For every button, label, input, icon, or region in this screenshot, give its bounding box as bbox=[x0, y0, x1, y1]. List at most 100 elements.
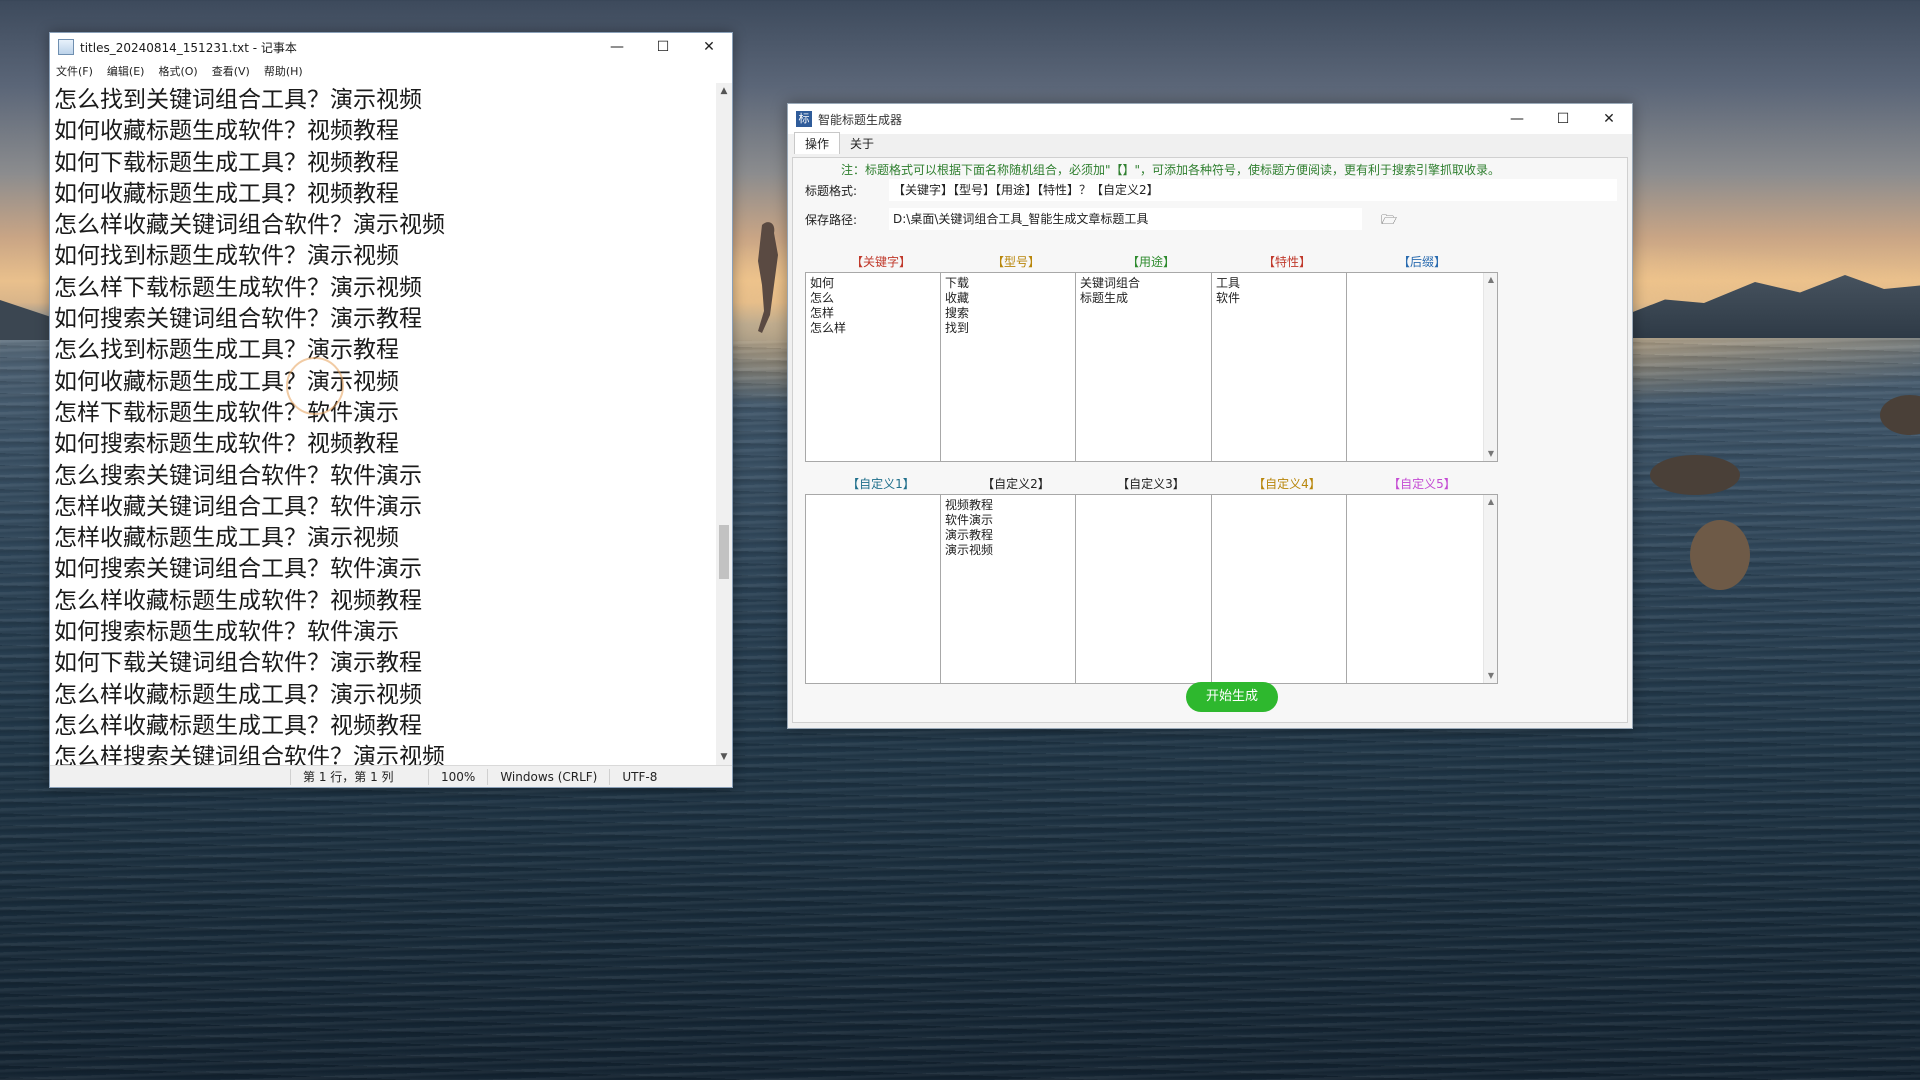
text-line: 怎么搜索关键词组合软件？软件演示 bbox=[54, 462, 422, 489]
notepad-vertical-scrollbar[interactable]: ▲ ▼ bbox=[716, 83, 732, 765]
text-line: 如何下载标题生成工具？视频教程 bbox=[54, 149, 399, 176]
text-line: 怎样收藏关键词组合工具？软件演示 bbox=[54, 493, 422, 520]
text-line: 如何下载关键词组合软件？演示教程 bbox=[54, 650, 422, 677]
minimize-icon[interactable]: — bbox=[1494, 105, 1540, 133]
scroll-down-arrow-icon[interactable]: ▼ bbox=[716, 749, 732, 765]
notepad-statusbar: 第 1 行，第 1 列 100% Windows (CRLF) UTF-8 bbox=[50, 765, 732, 787]
word-list-textarea[interactable]: ▲▼ bbox=[1346, 272, 1498, 462]
word-list-items bbox=[1347, 495, 1497, 498]
list-item: 如何 bbox=[810, 276, 835, 290]
word-list-textarea[interactable]: 视频教程软件演示演示教程演示视频▲▼ bbox=[940, 494, 1092, 684]
word-list-textarea[interactable]: 如何怎么怎样怎么样▲▼ bbox=[805, 272, 957, 462]
text-line: 如何搜索关键词组合软件？演示教程 bbox=[54, 306, 422, 333]
text-line: 怎么样搜索关键词组合软件？演示视频 bbox=[54, 744, 445, 765]
word-list-items bbox=[1347, 273, 1497, 276]
text-line: 如何搜索标题生成软件？软件演示 bbox=[54, 619, 399, 646]
folder-open-icon[interactable]: 🗁 bbox=[1381, 211, 1403, 229]
menu-format[interactable]: 格式(O) bbox=[158, 63, 197, 79]
menu-view[interactable]: 查看(V) bbox=[212, 63, 250, 79]
maximize-icon[interactable]: ☐ bbox=[1540, 105, 1586, 133]
status-line-ending: Windows (CRLF) bbox=[487, 768, 609, 785]
list-item: 演示教程 bbox=[945, 528, 994, 542]
path-label: 保存路径: bbox=[805, 213, 858, 227]
list-item: 工具 bbox=[1216, 276, 1241, 290]
word-list-items bbox=[806, 495, 956, 498]
word-list-textarea[interactable]: ▲▼ bbox=[1346, 494, 1498, 684]
notepad-text-area[interactable]: 怎么找到关键词组合工具？演示视频 如何收藏标题生成软件？视频教程 如何下载标题生成工… bbox=[50, 83, 717, 765]
list-item: 搜索 bbox=[945, 306, 970, 320]
word-list-textarea[interactable]: 下载收藏搜索找到▲▼ bbox=[940, 272, 1092, 462]
notepad-title: titles_20240814_151231.txt - 记事本 bbox=[80, 40, 297, 55]
column-header: 【用途】 bbox=[1126, 255, 1175, 269]
status-zoom: 100% bbox=[428, 768, 487, 785]
tab-about[interactable]: 关于 bbox=[840, 133, 884, 154]
minimize-icon[interactable]: — bbox=[594, 33, 640, 61]
scroll-down-arrow-icon[interactable]: ▼ bbox=[1484, 447, 1498, 461]
status-cursor-position: 第 1 行，第 1 列 bbox=[290, 768, 428, 785]
column-header: 【自定义5】 bbox=[1388, 477, 1456, 491]
word-list-items: 下载 收藏 搜索 找到 bbox=[941, 273, 1091, 336]
title-generator-window: 标 智能标题生成器 — ☐ ✕ 操作 关于 注：标题格式可以根据下面名称随机组合… bbox=[787, 103, 1633, 729]
column-header: 【自定义2】 bbox=[982, 477, 1050, 491]
format-label: 标题格式: bbox=[805, 184, 858, 198]
text-line: 怎么样下载标题生成软件？演示视频 bbox=[54, 274, 422, 301]
scrollbar-thumb[interactable] bbox=[719, 525, 729, 579]
path-input[interactable]: D:\桌面\关键词组合工具_智能生成文章标题工具 bbox=[889, 208, 1362, 230]
scroll-up-arrow-icon[interactable]: ▲ bbox=[1484, 273, 1498, 287]
notepad-titlebar[interactable]: titles_20240814_151231.txt - 记事本 — ☐ ✕ bbox=[50, 33, 732, 61]
notepad-menubar: 文件(F) 编辑(E) 格式(O) 查看(V) 帮助(H) bbox=[50, 61, 732, 81]
word-list-textarea[interactable]: ▲▼ bbox=[1075, 494, 1227, 684]
text-line: 如何搜索标题生成软件？视频教程 bbox=[54, 431, 399, 458]
text-line: 如何收藏标题生成软件？视频教程 bbox=[54, 118, 399, 145]
word-list-textarea[interactable]: ▲▼ bbox=[805, 494, 957, 684]
wallpaper-mountains bbox=[1620, 275, 1920, 338]
list-scrollbar[interactable]: ▲▼ bbox=[1483, 273, 1497, 461]
text-line: 怎么样收藏标题生成工具？演示视频 bbox=[54, 681, 422, 708]
wallpaper-jumper-figure bbox=[758, 222, 778, 333]
list-scrollbar[interactable]: ▲▼ bbox=[1483, 495, 1497, 683]
scroll-up-arrow-icon[interactable]: ▲ bbox=[1484, 495, 1498, 509]
text-line: 怎么找到关键词组合工具？演示视频 bbox=[54, 87, 422, 113]
list-item: 软件演示 bbox=[945, 513, 994, 527]
scroll-up-arrow-icon[interactable]: ▲ bbox=[716, 83, 732, 99]
word-list-items: 如何 怎么 怎样 怎么样 bbox=[806, 273, 956, 336]
menu-help[interactable]: 帮助(H) bbox=[264, 63, 303, 79]
maximize-icon[interactable]: ☐ bbox=[640, 33, 686, 61]
word-list-textarea[interactable]: 关键词组合标题生成▲▼ bbox=[1075, 272, 1227, 462]
start-generate-button[interactable]: 开始生成 bbox=[1186, 682, 1278, 712]
format-input[interactable]: 【关键字】【型号】【用途】【特性】？【自定义2】 bbox=[889, 179, 1617, 201]
text-line: 如何找到标题生成软件？演示视频 bbox=[54, 243, 399, 270]
notepad-window: titles_20240814_151231.txt - 记事本 — ☐ ✕ 文… bbox=[49, 32, 733, 788]
word-list-items: 视频教程 软件演示 演示教程 演示视频 bbox=[941, 495, 1091, 558]
word-list-items bbox=[1212, 495, 1362, 498]
column-header: 【自定义4】 bbox=[1253, 477, 1321, 491]
generator-titlebar[interactable]: 标 智能标题生成器 — ☐ ✕ bbox=[788, 104, 1632, 134]
text-line: 怎么样收藏标题生成软件？视频教程 bbox=[54, 587, 422, 614]
list-item: 找到 bbox=[945, 321, 970, 335]
list-item: 关键词组合 bbox=[1080, 276, 1141, 290]
list-item: 怎么 bbox=[810, 291, 835, 305]
list-item: 下载 bbox=[945, 276, 970, 290]
column-header: 【型号】 bbox=[991, 255, 1040, 269]
word-list-items bbox=[1076, 495, 1226, 498]
close-icon[interactable]: ✕ bbox=[686, 33, 732, 61]
menu-edit[interactable]: 编辑(E) bbox=[107, 63, 145, 79]
status-encoding: UTF-8 bbox=[609, 768, 669, 785]
text-line: 如何收藏标题生成工具？视频教程 bbox=[54, 180, 399, 207]
list-item: 演示视频 bbox=[945, 543, 994, 557]
generator-panel: 注：标题格式可以根据下面名称随机组合，必须加"【】"，可添加各种符号，使标题方便… bbox=[792, 157, 1628, 723]
notepad-app-icon bbox=[58, 39, 74, 55]
word-list-textarea[interactable]: ▲▼ bbox=[1211, 494, 1363, 684]
text-line: 如何搜索关键词组合工具？软件演示 bbox=[54, 556, 422, 583]
word-list-items: 工具 软件 bbox=[1212, 273, 1362, 306]
tab-operation[interactable]: 操作 bbox=[794, 132, 841, 154]
scroll-down-arrow-icon[interactable]: ▼ bbox=[1484, 669, 1498, 683]
word-list-textarea[interactable]: 工具软件▲▼ bbox=[1211, 272, 1363, 462]
generator-app-icon: 标 bbox=[796, 111, 812, 127]
list-item: 收藏 bbox=[945, 291, 970, 305]
list-item: 怎么样 bbox=[810, 321, 847, 335]
format-note: 注：标题格式可以根据下面名称随机组合，必须加"【】"，可添加各种符号，使标题方便… bbox=[841, 163, 1501, 177]
close-icon[interactable]: ✕ bbox=[1586, 105, 1632, 133]
column-header: 【特性】 bbox=[1262, 255, 1311, 269]
menu-file[interactable]: 文件(F) bbox=[56, 63, 93, 79]
